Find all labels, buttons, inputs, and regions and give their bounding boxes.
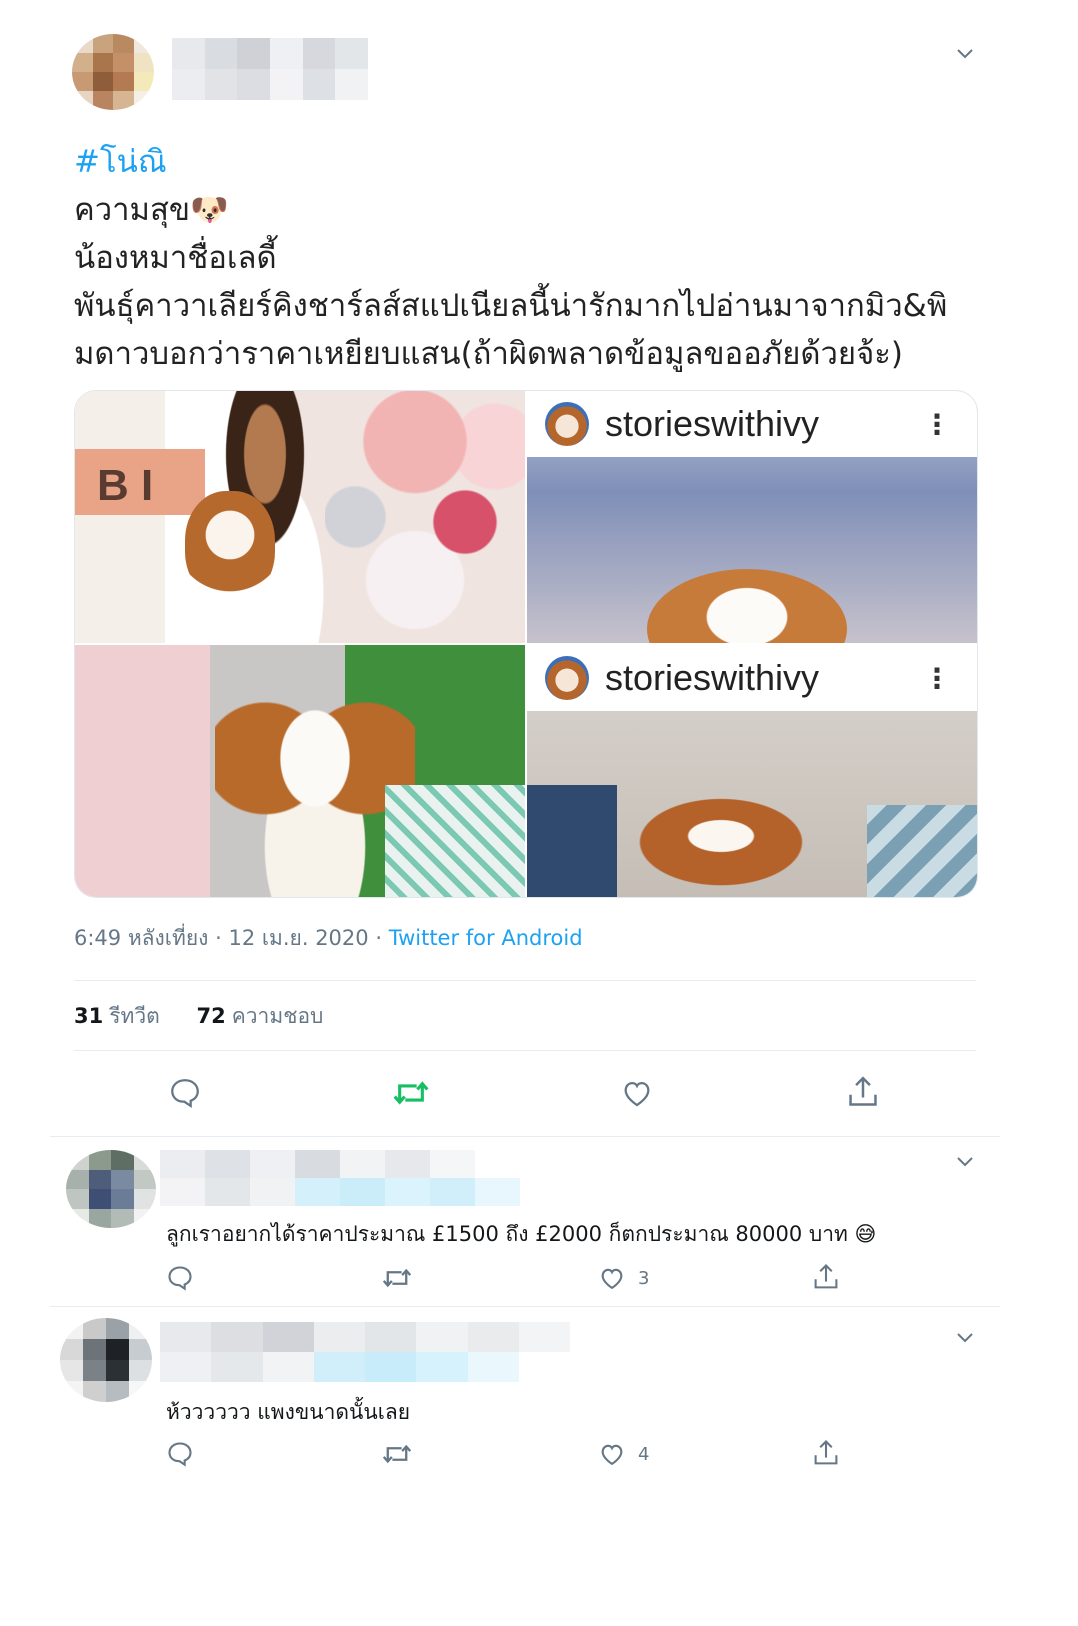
more-options-icon: ⋮	[923, 407, 951, 441]
ig-profile-icon	[545, 656, 589, 700]
like-icon[interactable]	[620, 1076, 654, 1110]
puppy-sitting	[637, 775, 847, 897]
reply-text-1: ลูกเราอยากได้ราคาประมาณ £1500 ถึง £2000 …	[166, 1218, 876, 1251]
tweet-date[interactable]: 12 เม.ย. 2020	[228, 926, 368, 950]
ig-profile-icon	[545, 402, 589, 446]
retweets-stat[interactable]: 31 รีทวีต	[74, 1004, 160, 1028]
divider	[50, 1306, 1000, 1307]
more-options-icon: ⋮	[923, 661, 951, 695]
cushion	[385, 785, 525, 897]
like-icon[interactable]	[598, 1264, 626, 1292]
like-count: 3	[638, 1267, 650, 1289]
retweets-count: 31	[74, 1004, 104, 1028]
reply-avatar-1[interactable]	[66, 1150, 156, 1228]
pillow-left	[527, 785, 617, 897]
like-icon[interactable]	[598, 1440, 626, 1468]
divider	[74, 980, 976, 981]
reply-text-content: ลูกเราอยากได้ราคาประมาณ £1500 ถึง £2000 …	[166, 1222, 848, 1246]
divider	[50, 1136, 1000, 1137]
retweet-icon[interactable]	[392, 1076, 430, 1110]
puppy-head-top	[647, 569, 847, 643]
likes-label: ความชอบ	[231, 1004, 324, 1028]
photo-puppy-closeup[interactable]	[75, 645, 525, 897]
puppy-in-arms	[185, 491, 275, 601]
author-avatar[interactable]	[72, 34, 154, 110]
like-action-1[interactable]: 3	[598, 1264, 649, 1292]
retweet-icon[interactable]	[382, 1440, 412, 1468]
likes-count: 72	[196, 1004, 226, 1028]
banner-letters: B I	[97, 461, 154, 510]
tweet-time[interactable]: 6:49 หลังเที่ยง	[74, 926, 208, 950]
author-name-blurred[interactable]	[172, 38, 368, 100]
ig-username: storieswithivy	[605, 403, 820, 444]
reply-icon[interactable]	[168, 1076, 202, 1110]
share-icon[interactable]	[812, 1262, 840, 1292]
meta-separator: ·	[375, 926, 383, 950]
tweet-line-2: น้องหมาชื่อเลดี้	[74, 240, 277, 276]
meta-separator: ·	[215, 926, 222, 950]
share-icon[interactable]	[846, 1074, 880, 1110]
photo-ig-story-1[interactable]: storieswithivy ⋮	[527, 391, 977, 643]
reply-icon[interactable]	[166, 1264, 194, 1292]
hashtag-link[interactable]: #โน่ณิ	[74, 144, 167, 180]
reply-name-blurred-1[interactable]	[160, 1150, 520, 1206]
likes-stat[interactable]: 72 ความชอบ	[196, 1004, 323, 1028]
dog-emoji: 🐶	[190, 192, 229, 228]
retweet-icon[interactable]	[382, 1264, 412, 1292]
ig-header-2: storieswithivy ⋮	[527, 645, 977, 711]
tweet-source-link[interactable]: Twitter for Android	[389, 926, 583, 950]
balloons	[325, 391, 525, 643]
chevron-down-icon[interactable]	[956, 44, 974, 62]
tweet-stats: 31 รีทวีต 72 ความชอบ	[74, 1000, 323, 1033]
sweat-smile-emoji: 😅	[854, 1222, 877, 1246]
media-grid[interactable]: B I storieswithivy ⋮ storieswithivy ⋮	[74, 390, 978, 898]
divider	[74, 1050, 976, 1051]
ig-username: storieswithivy	[605, 657, 820, 698]
share-icon[interactable]	[812, 1438, 840, 1468]
reply-name-blurred-2[interactable]	[160, 1322, 570, 1382]
reply-icon[interactable]	[166, 1440, 194, 1468]
pillow-right	[867, 805, 977, 897]
tweet-line-3: พันธุ์คาวาเลียร์คิงชาร์ลส์สแปเนียลนี้น่า…	[74, 288, 948, 324]
photo-ig-story-2[interactable]: storieswithivy ⋮	[527, 645, 977, 897]
retweets-label: รีทวีต	[109, 1004, 160, 1028]
reply-avatar-2[interactable]	[60, 1318, 152, 1402]
photo-woman-with-puppy[interactable]: B I	[75, 391, 525, 643]
tweet-text: #โน่ณิ ความสุข🐶 น้องหมาชื่อเลดี้ พันธุ์ค…	[74, 138, 947, 378]
tweet-line-4: มดาวบอกว่าราคาเหยียบแสน(ถ้าผิดพลาดข้อมูล…	[74, 336, 904, 372]
like-count: 4	[638, 1443, 650, 1465]
chevron-down-icon[interactable]	[956, 1328, 974, 1346]
chevron-down-icon[interactable]	[956, 1152, 974, 1170]
tweet-line-1: ความสุข	[74, 192, 191, 228]
ig-header-1: storieswithivy ⋮	[527, 391, 977, 457]
reply-text-2: ห้วววววว แพงขนาดนั้นเลย	[166, 1400, 411, 1424]
like-action-2[interactable]: 4	[598, 1440, 649, 1468]
tweet-meta: 6:49 หลังเที่ยง · 12 เม.ย. 2020 · Twitte…	[74, 922, 583, 955]
